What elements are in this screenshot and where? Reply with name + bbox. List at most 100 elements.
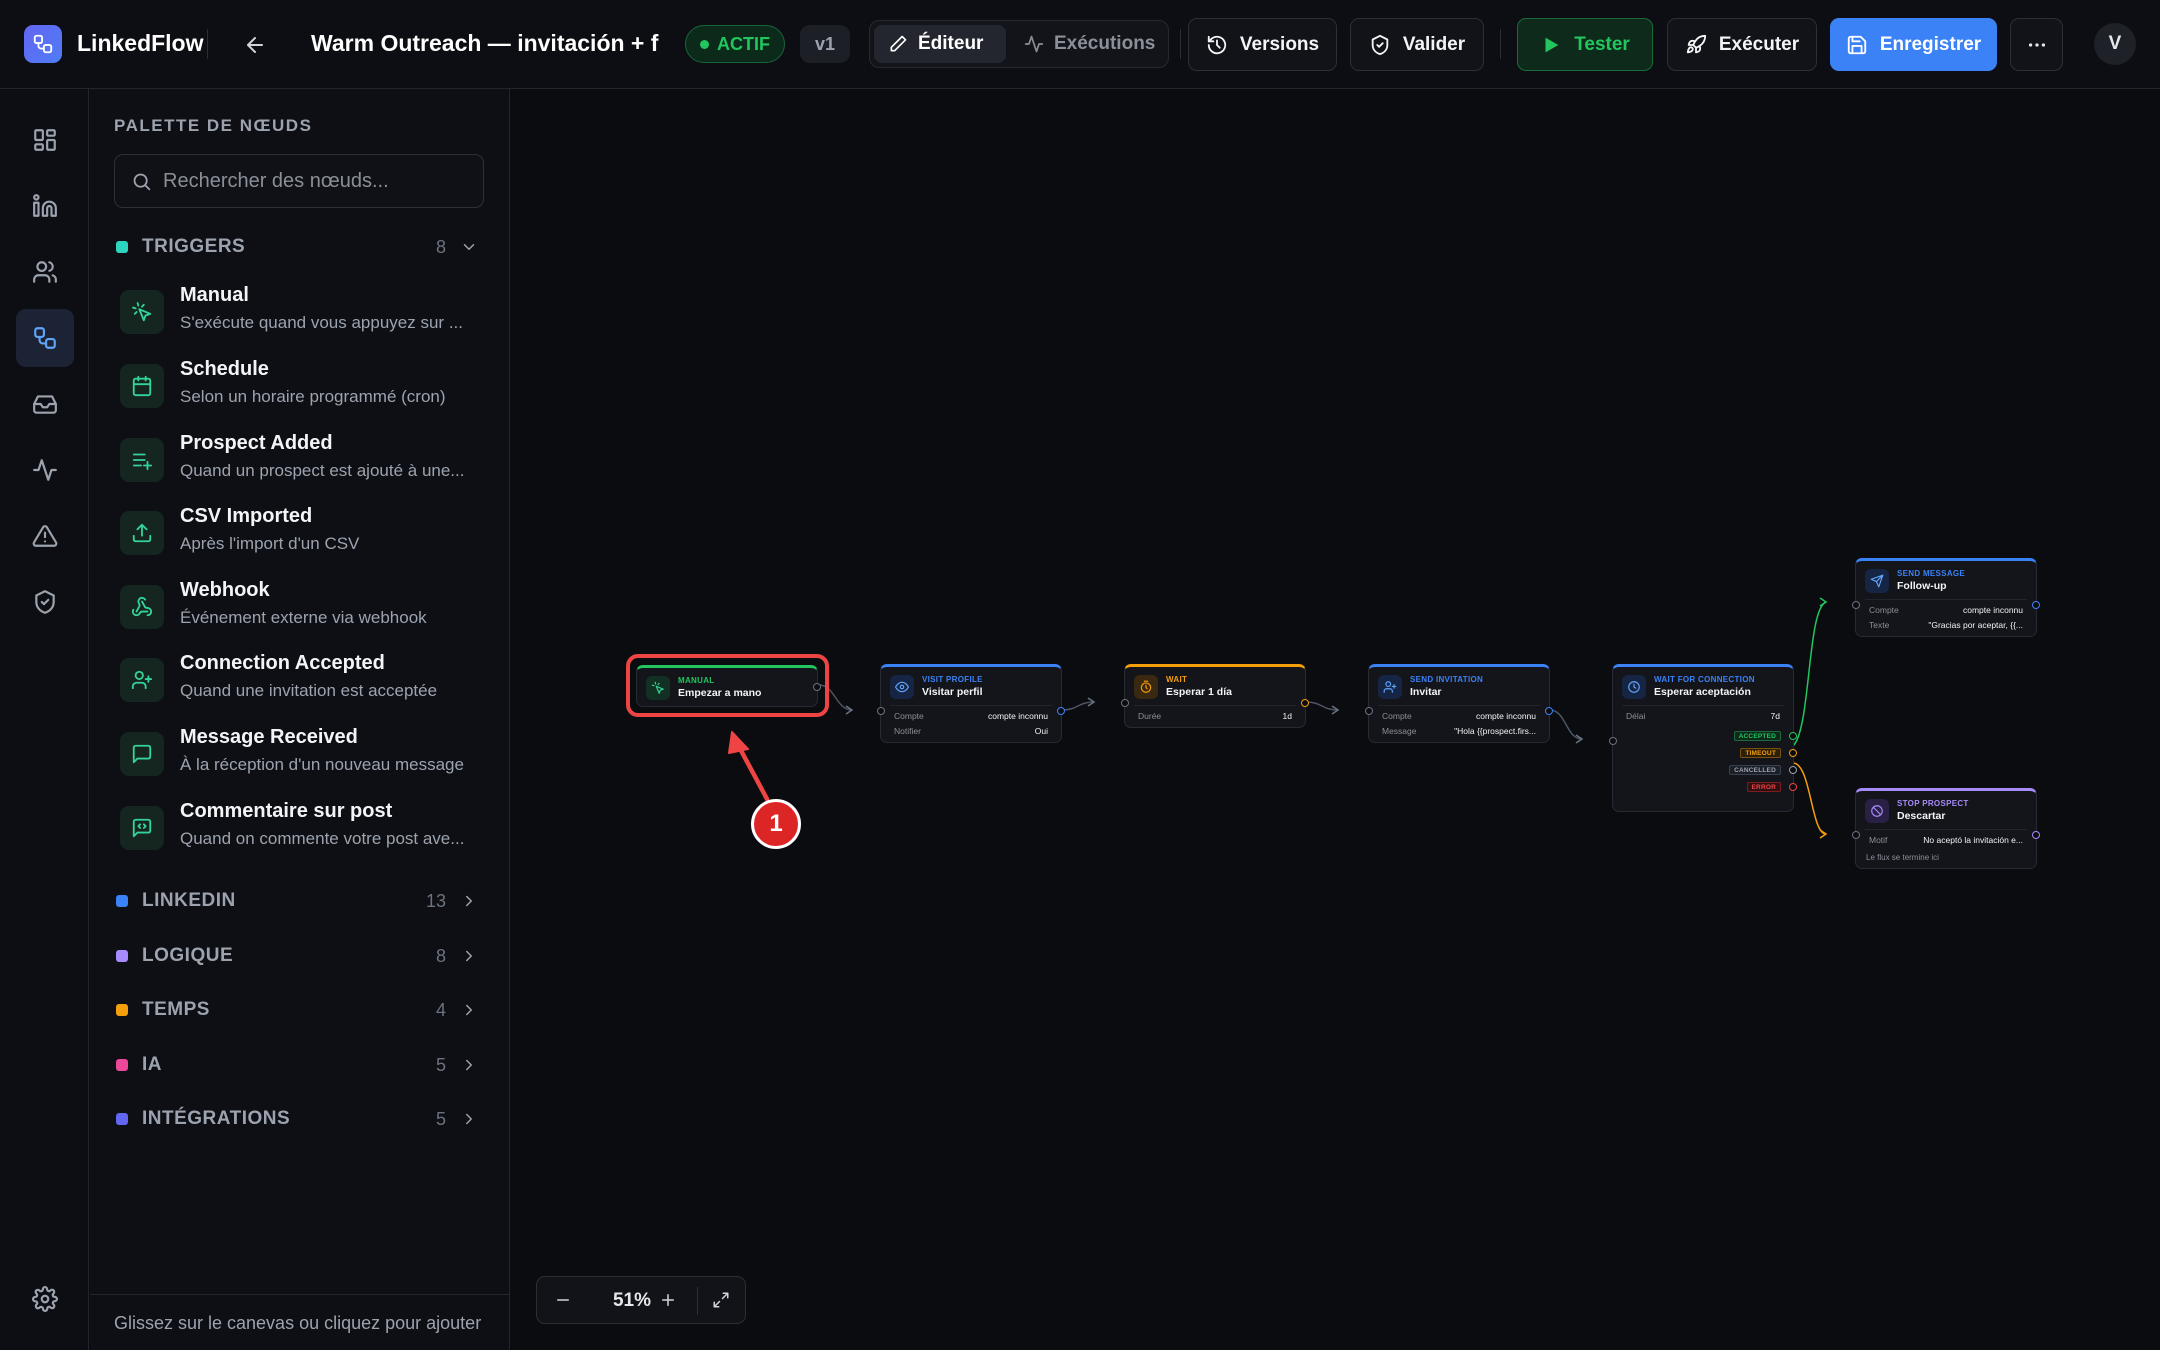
- category-triggers[interactable]: TRIGGERS 8: [114, 229, 484, 265]
- flow-node-wait[interactable]: WAIT Esperar 1 día Durée 1d: [1121, 664, 1309, 728]
- palette-item-comment-on-post[interactable]: Commentaire sur post Quand on commente v…: [114, 800, 484, 864]
- output-port[interactable]: [2032, 601, 2040, 609]
- execute-button[interactable]: Exécuter: [1667, 18, 1817, 71]
- node-kind: STOP PROSPECT: [1897, 799, 1969, 808]
- icon-rail: [0, 89, 89, 1350]
- input-port[interactable]: [1852, 831, 1860, 839]
- workflow-canvas[interactable]: MANUAL Empezar a mano VISIT PROFILE Visi…: [511, 89, 2160, 1350]
- node-note: Le flux se termine ici: [1866, 853, 1939, 862]
- flow-node-wait-for-connection[interactable]: WAIT FOR CONNECTION Esperar aceptación D…: [1609, 664, 1797, 812]
- execute-label: Exécuter: [1718, 33, 1800, 55]
- flow-node-visit-profile[interactable]: VISIT PROFILE Visitar perfil Compte compt…: [877, 664, 1065, 743]
- test-label: Tester: [1574, 33, 1630, 55]
- category-count: 5: [435, 1054, 446, 1075]
- fit-view-icon[interactable]: [709, 1288, 733, 1312]
- validate-button[interactable]: Valider: [1350, 18, 1484, 71]
- pointer-click-icon: [120, 290, 164, 334]
- param-value: 1d: [1282, 711, 1292, 721]
- tab-executions[interactable]: Exécutions: [1010, 25, 1169, 63]
- output-port-error[interactable]: [1789, 783, 1797, 791]
- category-logique[interactable]: LOGIQUE 8: [114, 938, 484, 974]
- shield-icon[interactable]: [16, 573, 74, 631]
- output-port[interactable]: [1301, 699, 1309, 707]
- output-port[interactable]: [1057, 707, 1065, 715]
- input-port[interactable]: [1852, 601, 1860, 609]
- palette-item-connection-accepted[interactable]: Connection Accepted Quand une invitation…: [114, 652, 484, 716]
- node-param-row: Compte compte inconnu: [1865, 602, 2027, 617]
- output-port-timeout[interactable]: [1789, 749, 1797, 757]
- node-search[interactable]: [114, 154, 484, 208]
- back-arrow-icon[interactable]: [240, 30, 270, 60]
- category-temps[interactable]: TEMPS 4: [114, 992, 484, 1028]
- linkedin-icon[interactable]: [16, 177, 74, 235]
- workflows-icon[interactable]: [16, 309, 74, 367]
- palette-item-prospect-added[interactable]: Prospect Added Quand un prospect est ajo…: [114, 432, 484, 496]
- category-label: LINKEDIN: [142, 890, 236, 911]
- palette-item-title: Connection Accepted: [180, 652, 385, 674]
- status-dot: [700, 39, 709, 49]
- save-button[interactable]: Enregistrer: [1830, 18, 1997, 71]
- versions-button[interactable]: Versions: [1188, 18, 1337, 71]
- workflow-title[interactable]: Warm Outreach — invitación + foll: [311, 30, 659, 57]
- app-logo-icon[interactable]: [24, 25, 62, 63]
- flow-node-stop-prospect[interactable]: STOP PROSPECT Descartar Motif No aceptó l…: [1852, 788, 2040, 869]
- node-param-row: Message "Hola {{prospect.firs...: [1378, 723, 1540, 738]
- node-param-row: Délai 7d: [1622, 708, 1784, 723]
- dashboard-icon[interactable]: [16, 111, 74, 169]
- activity-icon[interactable]: [16, 441, 74, 499]
- palette-item-message-received[interactable]: Message Received À la réception d'un nou…: [114, 726, 484, 790]
- param-key: Compte: [894, 711, 924, 721]
- palette-item-csv-imported[interactable]: CSV Imported Après l'import d'un CSV: [114, 505, 484, 569]
- port-label-cancelled: CANCELLED: [1729, 765, 1781, 775]
- zoom-controls: 51%: [536, 1276, 746, 1324]
- palette-footer: Glissez sur le canevas ou cliquez pour a…: [90, 1294, 510, 1350]
- output-port[interactable]: [1545, 707, 1553, 715]
- category-ia[interactable]: IA 5: [114, 1047, 484, 1083]
- users-icon[interactable]: [16, 243, 74, 301]
- category-linkedin[interactable]: LINKEDIN 13: [114, 883, 484, 919]
- clock-icon: [1622, 675, 1646, 699]
- search-input[interactable]: [163, 155, 473, 207]
- activity-icon: [1024, 34, 1044, 54]
- output-port-accepted[interactable]: [1789, 732, 1797, 740]
- list-plus-icon: [120, 438, 164, 482]
- tab-editor[interactable]: Éditeur: [874, 25, 1006, 63]
- tab-editor-label: Éditeur: [918, 33, 984, 54]
- user-plus-icon: [1378, 675, 1402, 699]
- timer-icon: [1134, 675, 1158, 699]
- node-kind: SEND MESSAGE: [1897, 569, 1966, 578]
- more-button[interactable]: [2010, 18, 2063, 71]
- input-port[interactable]: [877, 707, 885, 715]
- node-param-row: Compte compte inconnu: [1378, 708, 1540, 723]
- zoom-in-icon[interactable]: [656, 1288, 680, 1312]
- palette-item-schedule[interactable]: Schedule Selon un horaire programmé (cro…: [114, 358, 484, 422]
- settings-icon[interactable]: [16, 1270, 74, 1328]
- palette-item-webhook[interactable]: Webhook Événement externe via webhook: [114, 579, 484, 643]
- alert-icon[interactable]: [16, 507, 74, 565]
- inbox-icon[interactable]: [16, 375, 74, 433]
- pencil-icon: [888, 34, 908, 54]
- palette-item-manual[interactable]: Manual S'exécute quand vous appuyez sur …: [114, 284, 484, 348]
- flow-node-send-message[interactable]: SEND MESSAGE Follow-up Compte compte inco…: [1852, 558, 2040, 637]
- flow-node-send-invitation[interactable]: SEND INVITATION Invitar Compte compte inc…: [1365, 664, 1553, 743]
- input-port[interactable]: [1365, 707, 1373, 715]
- test-button[interactable]: Tester: [1517, 18, 1653, 71]
- chevron-right-icon: [460, 892, 478, 910]
- status-badge: ACTIF: [685, 25, 785, 63]
- category-color-swatch: [116, 1059, 128, 1071]
- avatar[interactable]: V: [2094, 23, 2136, 65]
- divider: [697, 1287, 698, 1315]
- input-port[interactable]: [1609, 737, 1617, 745]
- node-param-row: Compte compte inconnu: [890, 708, 1052, 723]
- output-port[interactable]: [2032, 831, 2040, 839]
- annotation-number-badge: 1: [751, 799, 801, 849]
- node-name: Invitar: [1410, 686, 1442, 698]
- palette-item-desc: Quand on commente votre post ave...: [180, 829, 465, 848]
- input-port[interactable]: [1121, 699, 1129, 707]
- palette-item-desc: Quand un prospect est ajouté à une...: [180, 461, 465, 480]
- palette-item-title: Message Received: [180, 726, 358, 748]
- category-integrations[interactable]: INTÉGRATIONS 5: [114, 1101, 484, 1137]
- zoom-out-icon[interactable]: [551, 1288, 575, 1312]
- output-port-cancelled[interactable]: [1789, 766, 1797, 774]
- node-param-row: Motif No aceptó la invitación e...: [1865, 832, 2027, 847]
